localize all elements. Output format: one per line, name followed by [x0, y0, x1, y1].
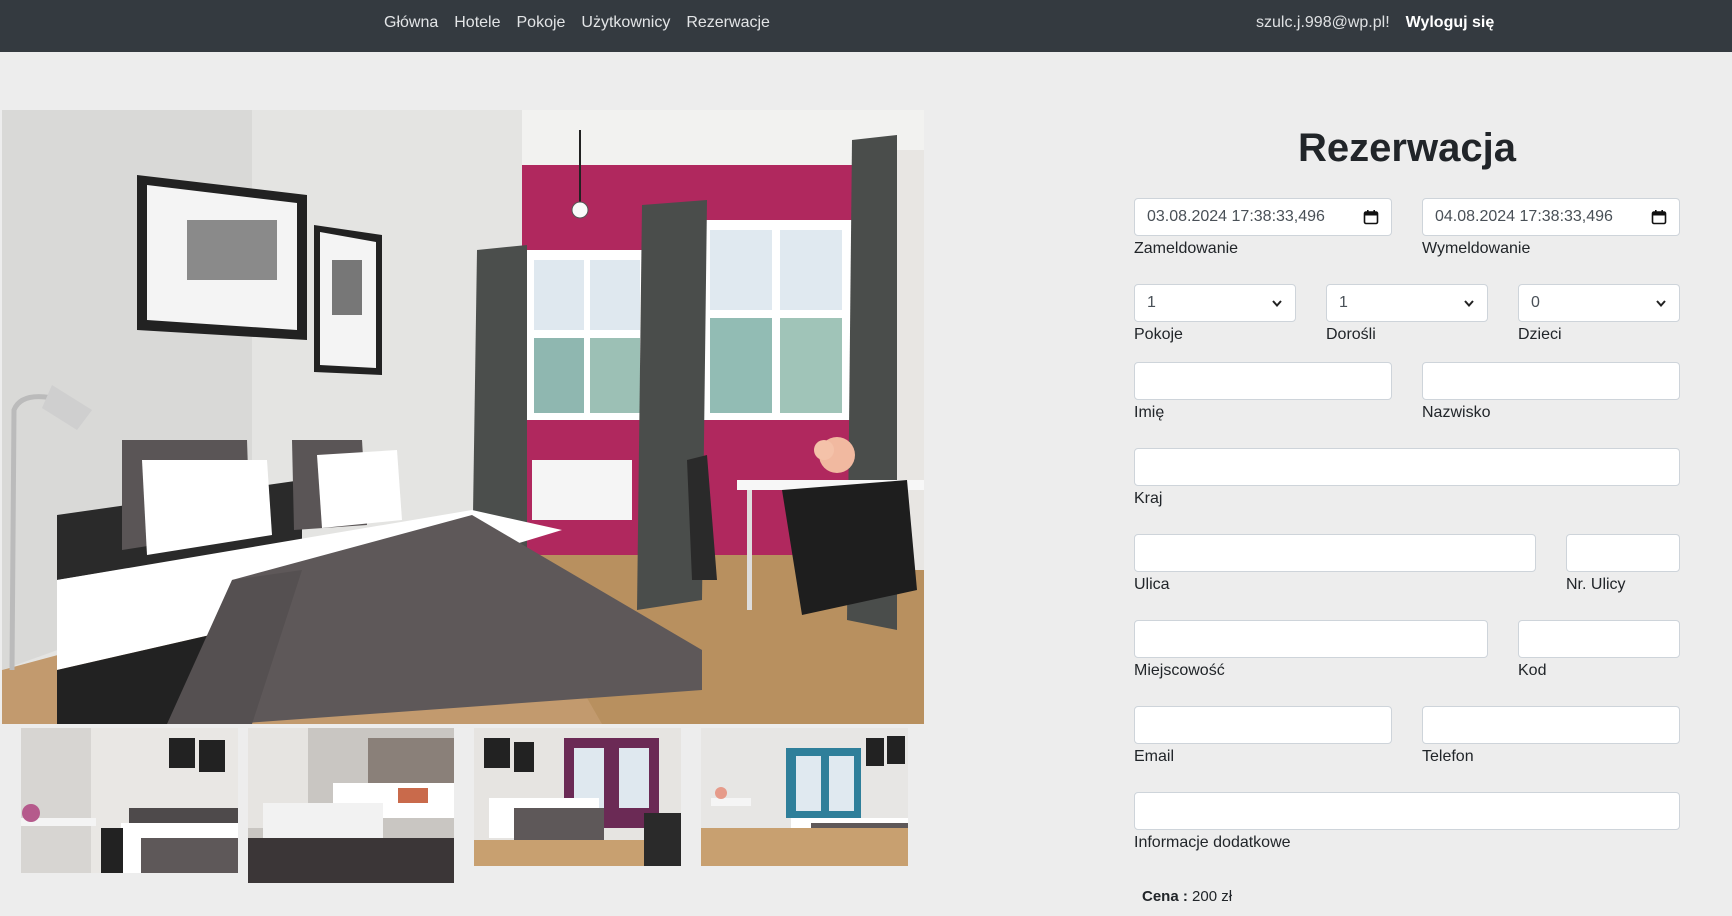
price-label: Cena : — [1142, 888, 1188, 905]
adults-value: 1 — [1339, 294, 1348, 311]
nav-link-rooms[interactable]: Pokoje — [517, 14, 566, 32]
room-thumbnail-image — [248, 728, 454, 883]
nav-links: Główna Hotele Pokoje Użytkownicy Rezerwa… — [384, 0, 786, 46]
nav-link-home[interactable]: Główna — [384, 14, 438, 32]
room-thumbnail-image — [474, 728, 681, 866]
street-number-input[interactable] — [1566, 534, 1680, 572]
price-value: 200 zł — [1192, 888, 1233, 905]
notes-input[interactable] — [1134, 792, 1680, 830]
adults-select[interactable]: 1 — [1326, 284, 1488, 322]
adults-field: 1 Dorośli — [1326, 284, 1488, 344]
city-field: Miejscowość — [1134, 620, 1488, 680]
checkin-field: 03.08.2024 17:38:33,496 Zameldowanie — [1134, 198, 1392, 258]
first-name-field: Imię — [1134, 362, 1392, 422]
children-label: Dzieci — [1518, 326, 1562, 343]
phone-field: Telefon — [1422, 706, 1680, 766]
adults-label: Dorośli — [1326, 326, 1376, 343]
children-select[interactable]: 0 — [1518, 284, 1680, 322]
room-thumbnail-image — [21, 728, 238, 873]
country-label: Kraj — [1134, 490, 1163, 507]
user-email: szulc.j.998@wp.pl! — [1256, 14, 1390, 31]
bedroom-illustration — [2, 110, 924, 724]
street-label: Ulica — [1134, 576, 1170, 593]
street-field: Ulica — [1134, 534, 1536, 594]
rooms-value: 1 — [1147, 294, 1156, 311]
phone-label: Telefon — [1422, 748, 1474, 765]
main-room-photo — [2, 110, 924, 724]
email-input[interactable] — [1134, 706, 1392, 744]
city-label: Miejscowość — [1134, 662, 1225, 679]
logout-link[interactable]: Wyloguj się — [1406, 14, 1495, 32]
notes-field: Informacje dodatkowe — [1134, 792, 1680, 852]
room-thumbnail-image — [701, 728, 908, 866]
rooms-field: 1 Pokoje — [1134, 284, 1296, 344]
checkin-label: Zameldowanie — [1134, 240, 1239, 257]
page-title: Rezerwacja — [1298, 126, 1516, 170]
postal-code-field: Kod — [1518, 620, 1680, 680]
checkout-label: Wymeldowanie — [1422, 240, 1531, 257]
nav-user-area: szulc.j.998@wp.pl! Wyloguj się — [1256, 0, 1494, 46]
thumbnail-3[interactable] — [474, 728, 681, 866]
postal-code-input[interactable] — [1518, 620, 1680, 658]
checkin-value: 03.08.2024 17:38:33,496 — [1147, 208, 1325, 225]
checkout-input[interactable]: 04.08.2024 17:38:33,496 — [1422, 198, 1680, 236]
country-input[interactable] — [1134, 448, 1680, 486]
street-number-label: Nr. Ulicy — [1566, 576, 1626, 593]
calendar-icon[interactable] — [1363, 209, 1379, 225]
notes-label: Informacje dodatkowe — [1134, 834, 1291, 851]
nav-link-reservations[interactable]: Rezerwacje — [686, 14, 770, 32]
children-value: 0 — [1531, 294, 1540, 311]
chevron-down-icon — [1464, 300, 1474, 308]
thumbnail-1[interactable] — [21, 728, 238, 873]
price-display: Cena : 200 zł — [1142, 888, 1232, 905]
thumbnail-4[interactable] — [701, 728, 908, 866]
last-name-field: Nazwisko — [1422, 362, 1680, 422]
nav-link-users[interactable]: Użytkownicy — [581, 14, 670, 32]
chevron-down-icon — [1272, 300, 1282, 308]
last-name-label: Nazwisko — [1422, 404, 1491, 421]
checkout-value: 04.08.2024 17:38:33,496 — [1435, 208, 1613, 225]
email-label: Email — [1134, 748, 1175, 765]
top-navbar: Główna Hotele Pokoje Użytkownicy Rezerwa… — [0, 0, 1732, 52]
last-name-input[interactable] — [1422, 362, 1680, 400]
children-field: 0 Dzieci — [1518, 284, 1680, 344]
chevron-down-icon — [1656, 300, 1666, 308]
email-field: Email — [1134, 706, 1392, 766]
street-number-field: Nr. Ulicy — [1566, 534, 1680, 594]
checkout-field: 04.08.2024 17:38:33,496 Wymeldowanie — [1422, 198, 1680, 258]
street-input[interactable] — [1134, 534, 1536, 572]
thumbnail-2[interactable] — [248, 728, 454, 883]
city-input[interactable] — [1134, 620, 1488, 658]
phone-input[interactable] — [1422, 706, 1680, 744]
first-name-label: Imię — [1134, 404, 1165, 421]
rooms-select[interactable]: 1 — [1134, 284, 1296, 322]
rooms-label: Pokoje — [1134, 326, 1183, 343]
calendar-icon[interactable] — [1651, 209, 1667, 225]
nav-link-hotels[interactable]: Hotele — [454, 14, 500, 32]
checkin-input[interactable]: 03.08.2024 17:38:33,496 — [1134, 198, 1392, 236]
country-field: Kraj — [1134, 448, 1680, 508]
first-name-input[interactable] — [1134, 362, 1392, 400]
postal-code-label: Kod — [1518, 662, 1547, 679]
